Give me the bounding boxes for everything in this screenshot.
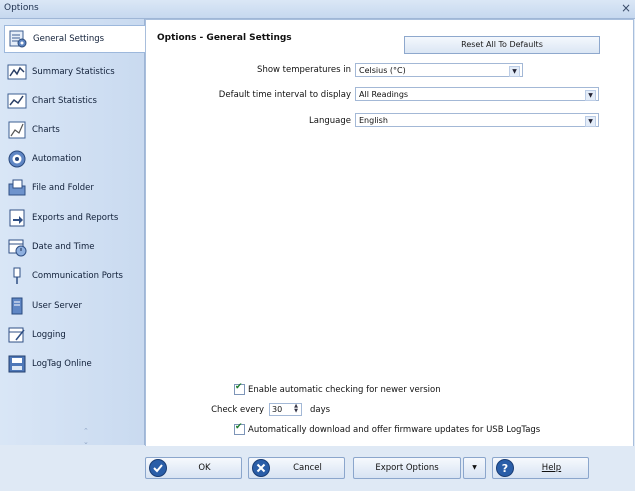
folder-icon bbox=[8, 179, 26, 196]
port-icon bbox=[13, 267, 21, 284]
sidebar-item-communication-ports[interactable]: Communication Ports bbox=[4, 263, 142, 289]
sidebar-item-label: Date and Time bbox=[32, 242, 95, 252]
check-every-label: Check every bbox=[211, 405, 264, 415]
auto-download-row[interactable]: ✔ Automatically download and offer firmw… bbox=[234, 422, 541, 435]
sidebar-item-charts[interactable]: Charts bbox=[4, 117, 142, 143]
temperature-unit-label: Show temperatures in bbox=[257, 65, 351, 75]
server-icon bbox=[11, 297, 23, 315]
title-bar: Options × bbox=[0, 0, 635, 19]
ok-label: OK bbox=[198, 463, 211, 473]
ok-check-icon bbox=[149, 459, 167, 477]
sidebar-item-label: LogTag Online bbox=[32, 359, 92, 369]
stepper-arrows-icon[interactable]: ▲ ▼ bbox=[292, 404, 300, 415]
temperature-unit-select[interactable]: Celsius (°C) ▼ bbox=[355, 63, 523, 77]
sidebar: General Settings Summary Statistics Char… bbox=[0, 19, 145, 446]
svg-text:?: ? bbox=[502, 462, 508, 475]
cancel-label: Cancel bbox=[293, 463, 322, 473]
help-button[interactable]: ? Help bbox=[492, 457, 589, 479]
export-options-label: Export Options bbox=[375, 463, 439, 473]
checkmark-icon: ✔ bbox=[235, 382, 243, 392]
export-options-button[interactable]: Export Options bbox=[353, 457, 461, 479]
page-title: Options - General Settings bbox=[157, 33, 292, 43]
auto-download-label: Automatically download and offer firmwar… bbox=[248, 424, 541, 435]
general-settings-icon bbox=[9, 30, 27, 48]
window-title: Options bbox=[4, 3, 39, 13]
dropdown-arrow-icon[interactable]: ▼ bbox=[585, 90, 596, 101]
sidebar-item-chart-statistics[interactable]: Chart Statistics bbox=[4, 88, 142, 114]
sidebar-item-label: Logging bbox=[32, 330, 66, 340]
dropdown-arrow-icon[interactable]: ▼ bbox=[585, 116, 596, 127]
check-interval-value: 30 bbox=[272, 405, 283, 414]
export-options-dropdown-icon[interactable]: ▼ bbox=[463, 457, 486, 479]
help-label: Help bbox=[541, 463, 562, 473]
sidebar-item-label: File and Folder bbox=[32, 183, 94, 193]
reset-defaults-button[interactable]: Reset All To Defaults bbox=[404, 36, 600, 54]
calendar-icon bbox=[8, 239, 27, 257]
sidebar-item-logtag-online[interactable]: LogTag Online bbox=[4, 351, 142, 377]
sidebar-item-automation[interactable]: Automation bbox=[4, 146, 142, 172]
temperature-unit-value: Celsius (°C) bbox=[359, 66, 406, 75]
auto-check-row[interactable]: ✔ Enable automatic checking for newer ve… bbox=[234, 382, 441, 395]
charts-icon bbox=[8, 121, 26, 139]
time-interval-label: Default time interval to display bbox=[218, 90, 351, 100]
sidebar-item-exports-and-reports[interactable]: Exports and Reports bbox=[4, 205, 142, 231]
time-interval-value: All Readings bbox=[359, 90, 409, 99]
sidebar-item-label: Charts bbox=[32, 125, 60, 135]
help-question-icon: ? bbox=[496, 459, 514, 477]
language-value: English bbox=[359, 116, 388, 125]
export-icon bbox=[9, 209, 25, 227]
summary-statistics-icon bbox=[7, 64, 27, 80]
sidebar-item-label: Automation bbox=[32, 154, 82, 164]
chart-statistics-icon bbox=[7, 93, 27, 109]
cancel-x-icon bbox=[252, 459, 270, 477]
close-icon[interactable]: × bbox=[621, 1, 631, 15]
sidebar-item-date-and-time[interactable]: Date and Time bbox=[4, 234, 142, 260]
time-interval-select[interactable]: All Readings ▼ bbox=[355, 87, 599, 101]
sidebar-item-label: User Server bbox=[32, 301, 82, 311]
logging-icon bbox=[8, 327, 25, 343]
auto-download-checkbox[interactable]: ✔ bbox=[234, 422, 245, 435]
ok-button[interactable]: OK bbox=[145, 457, 242, 479]
sidebar-item-user-server[interactable]: User Server bbox=[4, 293, 142, 319]
scroll-down-indicator[interactable]: ⌄ bbox=[83, 438, 89, 446]
button-bar: OK Cancel Export Options ▼ ? Help bbox=[145, 446, 635, 491]
dropdown-arrow-icon[interactable]: ▼ bbox=[509, 66, 520, 77]
sidebar-item-label: Communication Ports bbox=[32, 271, 123, 281]
scroll-up-indicator[interactable]: ⌃ bbox=[83, 427, 89, 435]
sidebar-item-label: Summary Statistics bbox=[32, 67, 115, 77]
check-interval-stepper[interactable]: 30 ▲ ▼ bbox=[269, 403, 302, 416]
sidebar-item-file-and-folder[interactable]: File and Folder bbox=[4, 175, 142, 201]
checkmark-icon: ✔ bbox=[235, 422, 243, 432]
sidebar-item-label: Exports and Reports bbox=[32, 213, 119, 223]
auto-check-checkbox[interactable]: ✔ bbox=[234, 382, 245, 395]
cancel-button[interactable]: Cancel bbox=[248, 457, 345, 479]
days-label: days bbox=[310, 405, 331, 415]
sidebar-item-label: Chart Statistics bbox=[32, 96, 97, 106]
sidebar-item-general-settings[interactable]: General Settings bbox=[4, 25, 145, 53]
automation-icon bbox=[8, 150, 26, 168]
language-label: Language bbox=[309, 116, 351, 126]
sidebar-item-logging[interactable]: Logging bbox=[4, 322, 142, 348]
auto-check-label: Enable automatic checking for newer vers… bbox=[248, 384, 441, 395]
sidebar-item-label: General Settings bbox=[33, 34, 105, 44]
logtag-online-icon bbox=[8, 355, 26, 373]
sidebar-item-summary-statistics[interactable]: Summary Statistics bbox=[4, 59, 142, 85]
settings-panel: Options - General Settings Reset All To … bbox=[145, 19, 634, 447]
language-select[interactable]: English ▼ bbox=[355, 113, 599, 127]
